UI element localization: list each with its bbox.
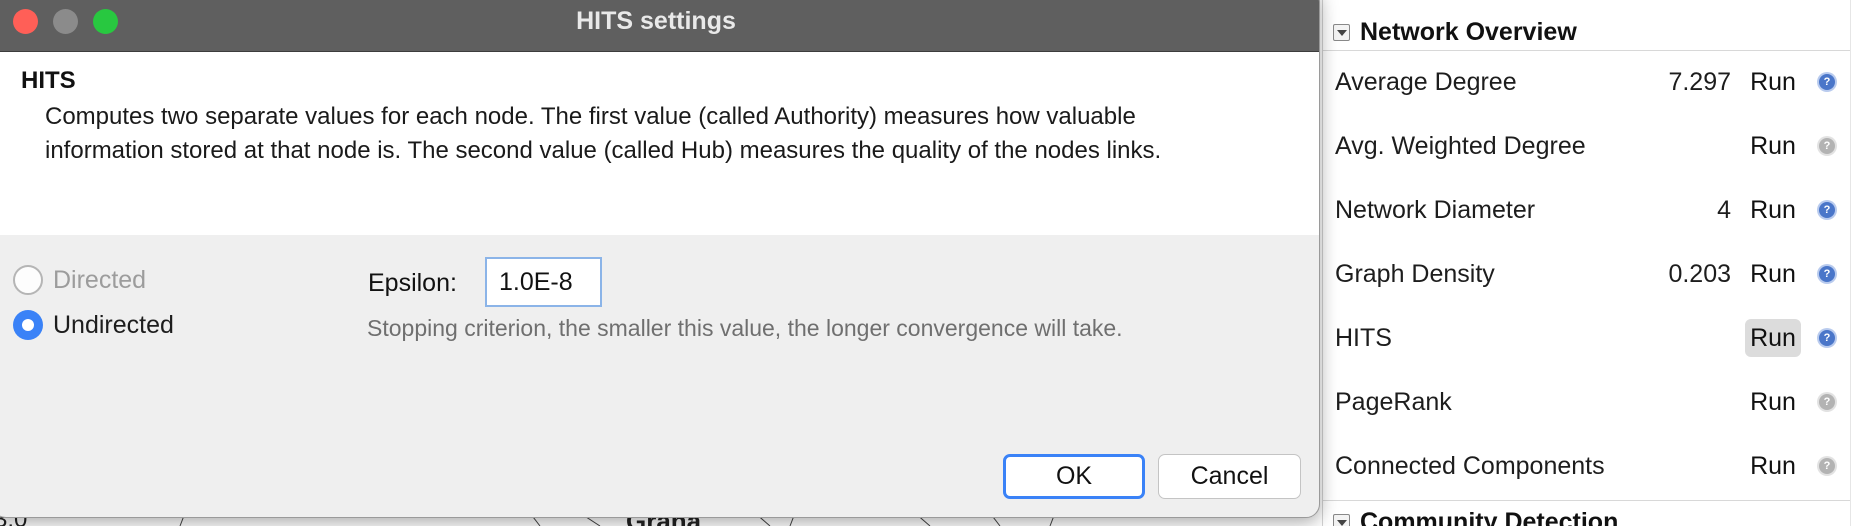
stat-row-graph-density: Graph Density 0.203 Run ? [1335, 254, 1835, 294]
stat-row-average-degree: Average Degree 7.297 Run ? [1335, 62, 1835, 102]
stat-name: Avg. Weighted Degree [1335, 131, 1586, 160]
run-average-degree-button[interactable]: Run [1745, 63, 1801, 101]
radio-unchecked-icon [13, 265, 43, 295]
stat-name: HITS [1335, 323, 1392, 352]
help-icon[interactable]: ? [1819, 266, 1835, 282]
undirected-label: Undirected [53, 310, 174, 339]
stat-value: 4 [1717, 195, 1731, 224]
cancel-button[interactable]: Cancel [1158, 454, 1301, 499]
directed-radio[interactable]: Directed [13, 265, 146, 295]
stat-value: 0.203 [1668, 259, 1731, 288]
algorithm-description: Computes two separate values for each no… [45, 103, 1162, 164]
run-avg-weighted-degree-button[interactable]: Run [1745, 127, 1801, 165]
help-icon[interactable]: ? [1819, 458, 1835, 474]
ok-button[interactable]: OK [1003, 454, 1145, 499]
epsilon-input[interactable]: 1.0E-8 [485, 257, 602, 307]
stat-row-pagerank: PageRank Run ? [1335, 382, 1835, 422]
stat-name: PageRank [1335, 387, 1452, 416]
undirected-radio[interactable]: Undirected [13, 310, 174, 340]
help-icon[interactable]: ? [1819, 394, 1835, 410]
panel-scrollbar[interactable] [1850, 0, 1872, 526]
run-connected-components-button[interactable]: Run [1745, 447, 1801, 485]
stat-row-connected-components: Connected Components Run ? [1335, 446, 1835, 486]
section-divider [1323, 500, 1850, 501]
statistics-panel: Network Overview Average Degree 7.297 Ru… [1322, 0, 1872, 526]
run-graph-density-button[interactable]: Run [1745, 255, 1801, 293]
epsilon-label: Epsilon: [368, 269, 457, 297]
help-icon[interactable]: ? [1819, 202, 1835, 218]
collapse-icon[interactable] [1333, 24, 1350, 41]
stat-row-network-diameter: Network Diameter 4 Run ? [1335, 190, 1835, 230]
run-pagerank-button[interactable]: Run [1745, 383, 1801, 421]
collapse-icon[interactable] [1333, 514, 1350, 526]
community-detection-header[interactable]: Community Detection [1333, 508, 1618, 526]
algorithm-heading: HITS [21, 67, 76, 94]
stat-name: Graph Density [1335, 259, 1495, 288]
stat-name: Connected Components [1335, 451, 1605, 480]
section-divider [1323, 50, 1850, 51]
network-overview-header[interactable]: Network Overview [1333, 18, 1577, 47]
hits-settings-dialog: HITS settings HITS Computes two separate… [0, 0, 1320, 518]
stat-name: Average Degree [1335, 67, 1517, 96]
stat-row-hits: HITS Run ? [1335, 318, 1835, 358]
community-detection-title: Community Detection [1360, 508, 1619, 526]
radio-checked-icon [13, 310, 43, 340]
dialog-title: HITS settings [576, 7, 736, 35]
network-overview-title: Network Overview [1360, 18, 1577, 46]
help-icon[interactable]: ? [1819, 330, 1835, 346]
directed-label: Directed [53, 265, 147, 294]
run-hits-button[interactable]: Run [1745, 319, 1801, 357]
run-network-diameter-button[interactable]: Run [1745, 191, 1801, 229]
epsilon-help-text: Stopping criterion, the smaller this val… [367, 315, 1123, 341]
help-icon[interactable]: ? [1819, 138, 1835, 154]
description-area: HITS Computes two separate values for ea… [0, 52, 1319, 235]
stat-name: Network Diameter [1335, 195, 1536, 224]
help-icon[interactable]: ? [1819, 74, 1835, 90]
stat-value: 7.297 [1668, 67, 1731, 96]
dialog-titlebar[interactable]: HITS settings [0, 0, 1319, 52]
stat-row-avg-weighted-degree: Avg. Weighted Degree Run ? [1335, 126, 1835, 166]
